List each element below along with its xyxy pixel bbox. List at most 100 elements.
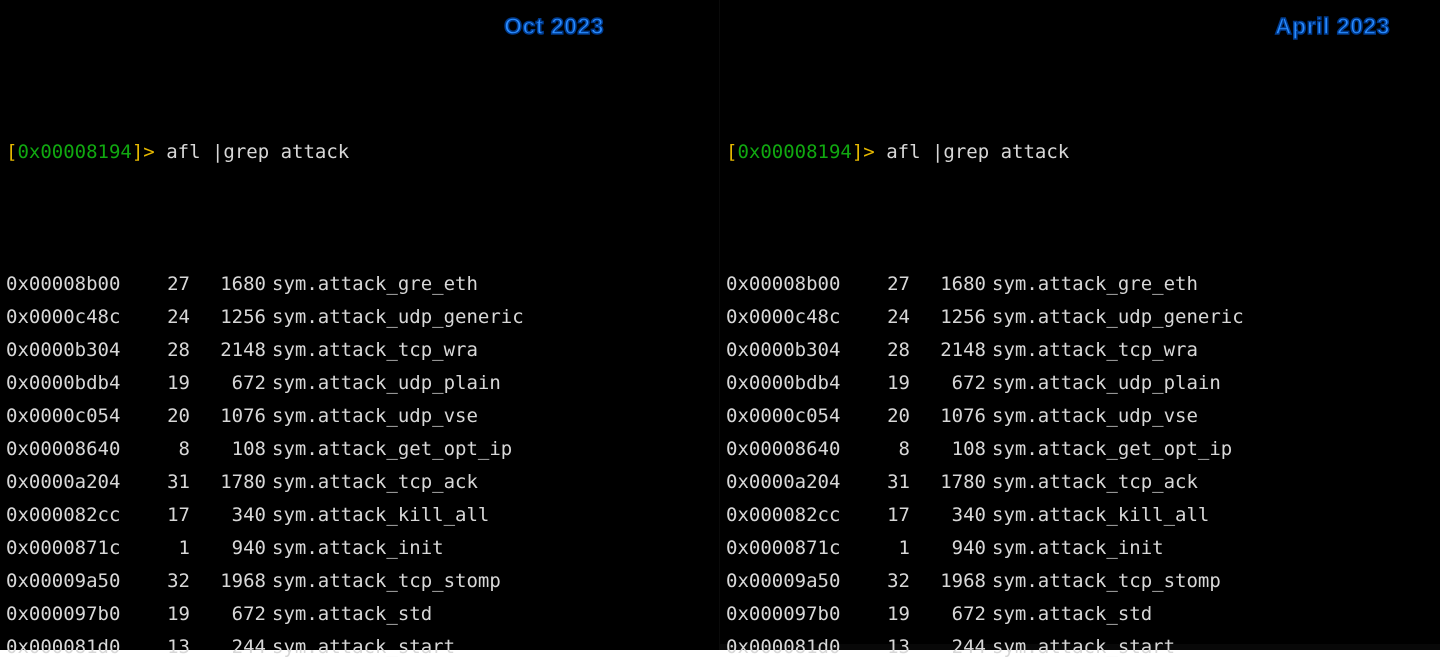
truncated-footer-text <box>720 644 1440 650</box>
function-row: 0x000081d013244sym.attack_start <box>6 631 713 657</box>
row-address: 0x000081d0 <box>6 631 140 657</box>
row-size: 1968 <box>916 565 986 598</box>
function-row: 0x0000bdb419672sym.attack_udp_plain <box>726 367 1434 400</box>
row-nbbs: 8 <box>860 433 910 466</box>
row-size: 340 <box>196 499 266 532</box>
function-row: 0x000097b019672sym.attack_std <box>726 598 1434 631</box>
row-address: 0x0000c054 <box>726 400 860 433</box>
function-row: 0x00008b00271680sym.attack_gre_eth <box>6 268 713 301</box>
row-nbbs: 27 <box>140 268 190 301</box>
function-row: 0x0000b304282148sym.attack_tcp_wra <box>726 334 1434 367</box>
function-row: 0x00008b00271680sym.attack_gre_eth <box>726 268 1434 301</box>
row-symbol: sym.attack_tcp_stomp <box>992 565 1221 598</box>
row-nbbs: 8 <box>140 433 190 466</box>
row-symbol: sym.attack_tcp_ack <box>272 466 478 499</box>
function-row: 0x0000b304282148sym.attack_tcp_wra <box>6 334 713 367</box>
row-size: 340 <box>916 499 986 532</box>
row-nbbs: 1 <box>140 532 190 565</box>
row-nbbs: 27 <box>860 268 910 301</box>
row-nbbs: 19 <box>140 367 190 400</box>
row-symbol: sym.attack_udp_vse <box>992 400 1198 433</box>
row-nbbs: 24 <box>140 301 190 334</box>
row-address: 0x000097b0 <box>6 598 140 631</box>
row-address: 0x0000a204 <box>726 466 860 499</box>
prompt-bracket-open: [ <box>6 141 17 163</box>
terminal-pane-oct-2023[interactable]: Oct 2023 [0x00008194]> afl |grep attack … <box>0 0 720 650</box>
row-nbbs: 28 <box>140 334 190 367</box>
prompt-line-left-top: [0x00008194]> afl |grep attack <box>6 136 713 169</box>
row-nbbs: 32 <box>860 565 910 598</box>
function-row: 0x000086408108sym.attack_get_opt_ip <box>726 433 1434 466</box>
row-address: 0x0000871c <box>6 532 140 565</box>
row-symbol: sym.attack_gre_eth <box>992 268 1198 301</box>
row-address: 0x0000c054 <box>6 400 140 433</box>
row-nbbs: 19 <box>140 598 190 631</box>
row-size: 1780 <box>196 466 266 499</box>
terminal-comparison: Oct 2023 [0x00008194]> afl |grep attack … <box>0 0 1440 650</box>
row-nbbs: 28 <box>860 334 910 367</box>
function-row: 0x00009a50321968sym.attack_tcp_stomp <box>726 565 1434 598</box>
function-row: 0x0000871c1940sym.attack_init <box>726 532 1434 565</box>
prompt-line-right-top: [0x00008194]> afl |grep attack <box>726 136 1434 169</box>
row-nbbs: 32 <box>140 565 190 598</box>
row-size: 672 <box>196 598 266 631</box>
row-size: 1076 <box>196 400 266 433</box>
row-symbol: sym.attack_udp_plain <box>992 367 1221 400</box>
row-symbol: sym.attack_kill_all <box>992 499 1209 532</box>
command-text: afl |grep attack <box>166 141 349 163</box>
row-size: 940 <box>196 532 266 565</box>
row-nbbs: 31 <box>140 466 190 499</box>
row-size: 1256 <box>196 301 266 334</box>
row-nbbs: 19 <box>860 367 910 400</box>
function-row: 0x0000c48c241256sym.attack_udp_generic <box>726 301 1434 334</box>
row-size: 2148 <box>916 334 986 367</box>
row-address: 0x00008640 <box>726 433 860 466</box>
row-symbol: sym.attack_std <box>272 598 432 631</box>
row-size: 244 <box>196 631 266 657</box>
row-symbol: sym.attack_tcp_ack <box>992 466 1198 499</box>
command-text: afl |grep attack <box>886 141 1069 163</box>
row-size: 1680 <box>196 268 266 301</box>
row-address: 0x0000bdb4 <box>6 367 140 400</box>
row-symbol: sym.attack_udp_vse <box>272 400 478 433</box>
function-row: 0x000082cc17340sym.attack_kill_all <box>726 499 1434 532</box>
row-size: 108 <box>916 433 986 466</box>
row-size: 1968 <box>196 565 266 598</box>
row-address: 0x0000b304 <box>726 334 860 367</box>
row-address: 0x0000b304 <box>6 334 140 367</box>
row-symbol: sym.attack_get_opt_ip <box>992 433 1232 466</box>
row-address: 0x00009a50 <box>6 565 140 598</box>
function-row: 0x000082cc17340sym.attack_kill_all <box>6 499 713 532</box>
prompt-gt: > <box>143 141 166 163</box>
terminal-pane-april-2023[interactable]: April 2023 [0x00008194]> afl |grep attac… <box>720 0 1440 650</box>
row-address: 0x0000871c <box>726 532 860 565</box>
row-size: 672 <box>916 598 986 631</box>
output-rows-left: 0x00008b00271680sym.attack_gre_eth0x0000… <box>6 268 713 657</box>
overlay-label-april: April 2023 <box>1275 10 1390 43</box>
prompt-address: 0x00008194 <box>17 141 131 163</box>
row-address: 0x000097b0 <box>726 598 860 631</box>
row-size: 1680 <box>916 268 986 301</box>
row-address: 0x000082cc <box>726 499 860 532</box>
row-symbol: sym.attack_tcp_wra <box>272 334 478 367</box>
function-row: 0x0000c054201076sym.attack_udp_vse <box>6 400 713 433</box>
row-nbbs: 24 <box>860 301 910 334</box>
row-nbbs: 17 <box>860 499 910 532</box>
row-size: 672 <box>196 367 266 400</box>
row-symbol: sym.attack_gre_eth <box>272 268 478 301</box>
function-row: 0x0000c054201076sym.attack_udp_vse <box>726 400 1434 433</box>
row-nbbs: 20 <box>860 400 910 433</box>
row-nbbs: 1 <box>860 532 910 565</box>
row-size: 672 <box>916 367 986 400</box>
row-symbol: sym.attack_kill_all <box>272 499 489 532</box>
row-symbol: sym.attack_udp_generic <box>992 301 1244 334</box>
row-address: 0x0000c48c <box>726 301 860 334</box>
row-address: 0x0000bdb4 <box>726 367 860 400</box>
row-size: 1076 <box>916 400 986 433</box>
function-row: 0x0000871c1940sym.attack_init <box>6 532 713 565</box>
row-nbbs: 20 <box>140 400 190 433</box>
row-address: 0x0000a204 <box>6 466 140 499</box>
row-address: 0x0000c48c <box>6 301 140 334</box>
row-size: 108 <box>196 433 266 466</box>
row-symbol: sym.attack_init <box>992 532 1164 565</box>
